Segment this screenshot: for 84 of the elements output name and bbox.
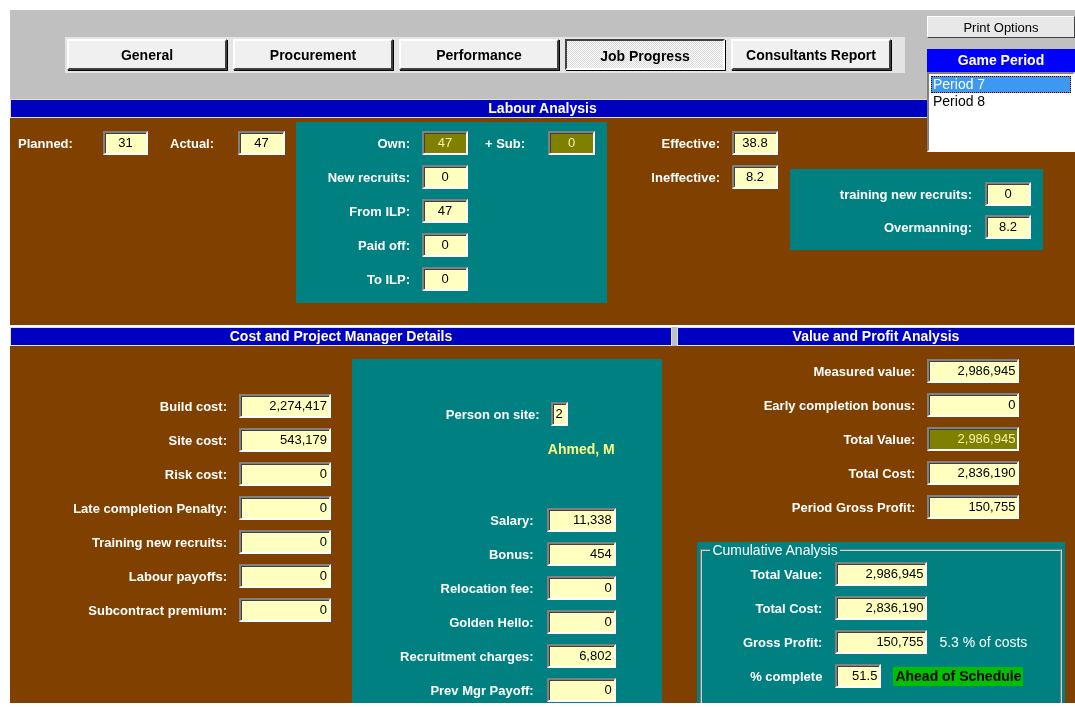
- field-label: Ineffective:: [650, 169, 720, 185]
- group-title: Cumulative Analysis: [711, 542, 839, 558]
- value-field: 0: [422, 165, 468, 189]
- tab[interactable]: Performance: [399, 39, 559, 70]
- list-title: Game Period: [927, 49, 1075, 72]
- field-label: To ILP:: [365, 271, 410, 287]
- field-label: Total Cost:: [754, 600, 823, 616]
- value-field: 0: [239, 598, 331, 622]
- value-field: 543,179: [239, 428, 331, 452]
- field-label: Golden Hello:: [448, 614, 534, 630]
- field-label: Total Cost:: [847, 465, 916, 481]
- value-field: 0: [239, 564, 331, 588]
- field-label: Total Value:: [842, 431, 916, 447]
- tab[interactable]: Job Progress: [565, 39, 725, 70]
- field-label: Period Gross Profit:: [790, 499, 916, 515]
- field-label: Training new recruits:: [90, 534, 227, 550]
- value-field: 47: [422, 199, 468, 223]
- field-label: Risk cost:: [163, 466, 227, 482]
- field-label: Measured value:: [812, 363, 916, 379]
- field-label: Recruitment charges:: [399, 648, 534, 664]
- value-field: 47: [238, 131, 285, 155]
- section-header: Cost and Project Manager Details: [10, 327, 672, 346]
- value-field: 0: [548, 131, 595, 155]
- value-field: 0: [985, 182, 1031, 206]
- period-list[interactable]: Period 7 Period 8: [927, 72, 1075, 152]
- value-field: 454: [546, 542, 616, 566]
- value-field: 0: [546, 610, 616, 634]
- field-label: Own:: [376, 135, 410, 151]
- field-label: Total Value:: [749, 566, 823, 582]
- field-label: Salary:: [489, 512, 534, 528]
- value-field: 150,755: [927, 495, 1020, 519]
- section-header: Value and Profit Analysis: [677, 327, 1075, 346]
- field-label: Late completion Penalty:: [72, 500, 227, 516]
- percent-note: 5.3 % of costs: [939, 634, 1028, 650]
- value-field: 2,274,417: [239, 394, 331, 418]
- manager-name: Ahmed, M: [546, 440, 615, 458]
- value-field: 6,802: [546, 644, 616, 668]
- value-field: 8.2: [732, 165, 778, 189]
- value-field: 2: [550, 402, 568, 426]
- field-label: Early completion bonus:: [762, 397, 916, 413]
- tab[interactable]: Procurement: [233, 39, 393, 70]
- value-field: 0: [239, 530, 331, 554]
- value-field: 2,986,945: [835, 562, 928, 586]
- field-label: Bonus:: [487, 546, 534, 562]
- field-label: Build cost:: [158, 398, 227, 414]
- field-label: + Sub:: [485, 135, 527, 151]
- field-label: Actual:: [170, 135, 216, 151]
- value-field: 0: [422, 233, 468, 257]
- value-field: 31: [103, 131, 148, 155]
- field-label: training new recruits:: [838, 186, 972, 202]
- value-field: 8.2: [985, 215, 1031, 239]
- field-label: % complete: [749, 668, 823, 684]
- field-label: Gross Profit:: [741, 634, 823, 650]
- value-field: 150,755: [835, 630, 928, 654]
- value-field: 0: [546, 576, 616, 600]
- value-field: 0: [546, 678, 616, 702]
- value-field: 0: [239, 496, 331, 520]
- value-field: 0: [239, 462, 331, 486]
- field-label: Planned:: [18, 135, 74, 151]
- value-field: 2,836,190: [927, 461, 1020, 485]
- field-label: Paid off:: [357, 237, 410, 253]
- field-label: Prev Mgr Payoff:: [429, 682, 534, 698]
- value-field: 0: [422, 267, 468, 291]
- field-label: Site cost:: [167, 432, 227, 448]
- field-label: Subcontract premium:: [87, 602, 227, 618]
- value-field: 11,338: [546, 508, 616, 532]
- value-field: 2,986,945: [927, 427, 1020, 451]
- field-label: Person on site:: [444, 406, 540, 422]
- print-options-button[interactable]: Print Options: [927, 16, 1075, 38]
- value-field: 2,986,945: [927, 359, 1020, 383]
- value-field: 2,836,190: [835, 596, 928, 620]
- field-label: Overmanning:: [882, 219, 972, 235]
- value-field: 38.8: [732, 131, 778, 155]
- value-field: 51.5: [835, 664, 882, 688]
- field-label: Effective:: [660, 135, 720, 151]
- field-label: From ILP:: [348, 203, 410, 219]
- tab[interactable]: Consultants Report: [731, 39, 891, 70]
- value-field: 0: [927, 393, 1020, 417]
- field-label: Relocation fee:: [439, 580, 534, 596]
- field-label: New recruits:: [326, 169, 410, 185]
- schedule-status: Ahead of Schedule: [893, 666, 1024, 686]
- tab[interactable]: General: [67, 39, 227, 70]
- value-field: 47: [422, 131, 468, 155]
- field-label: Labour payoffs:: [127, 568, 227, 584]
